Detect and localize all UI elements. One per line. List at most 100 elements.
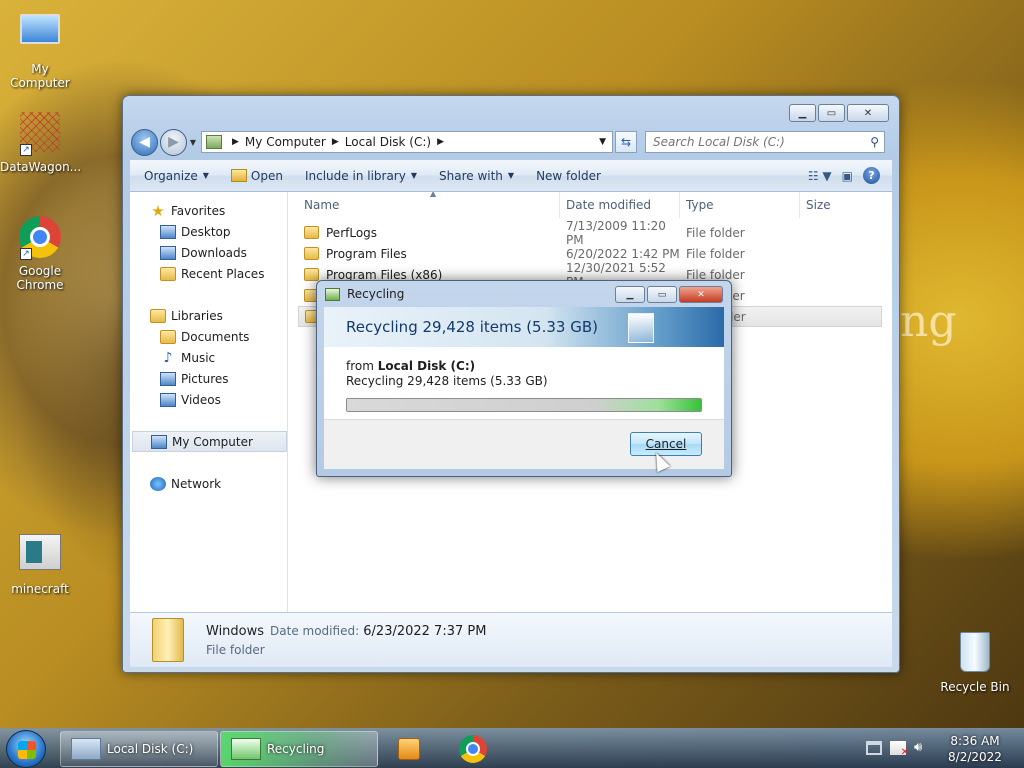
desktop-icon [160, 224, 176, 239]
row-name: PerfLogs [326, 225, 378, 240]
close-button[interactable]: ✕ [847, 104, 889, 122]
dialog-status: Recycling 29,428 items (5.33 GB) [346, 374, 548, 388]
preview-pane-icon[interactable]: ▣ [842, 169, 853, 183]
details-date-label: Date modified: [270, 623, 360, 638]
column-header-row: ▲ Name Date modified Type Size [298, 192, 882, 218]
chevron-right-icon[interactable]: ▶ [332, 137, 339, 147]
help-icon[interactable]: ? [863, 167, 880, 184]
desktop-icon-label: Google Chrome [16, 264, 64, 292]
minecraft-icon [18, 534, 62, 578]
cancel-button[interactable]: Cancel [630, 432, 702, 456]
organize-button[interactable]: Organize ▼ [144, 169, 209, 183]
chevron-right-icon[interactable]: ▶ [232, 137, 239, 147]
clock[interactable]: 8:36 AM 8/2/2022 [940, 733, 1010, 765]
table-row[interactable]: PerfLogs 7/13/2009 11:20 PM File folder [298, 219, 882, 247]
desktop-icon-my-computer[interactable]: My Computer [0, 10, 80, 90]
cancel-label: Cancel [645, 437, 687, 451]
network-icon [150, 476, 166, 491]
start-button[interactable] [6, 730, 46, 768]
from-label: from [346, 359, 374, 373]
back-button[interactable]: ◀ [131, 128, 158, 156]
desktop-icon-minecraft[interactable]: minecraft [0, 530, 80, 596]
address-dropdown-icon[interactable]: ▼ [593, 137, 612, 147]
column-type[interactable]: Type [680, 192, 800, 218]
close-button[interactable]: ✕ [679, 286, 723, 303]
task-local-disk[interactable]: Local Disk (C:) [60, 731, 218, 767]
search-box[interactable]: ⚲ [645, 131, 885, 153]
search-icon[interactable]: ⚲ [870, 135, 879, 149]
recycling-dialog[interactable]: Recycling ▁ ▭ ✕ Recycling 29,428 items (… [316, 280, 732, 477]
pictures-icon [160, 371, 176, 386]
window-controls: ▁ ▭ ✕ [789, 104, 889, 122]
folder-icon [304, 226, 319, 239]
folder-icon [152, 618, 184, 662]
command-bar: Organize ▼ Open Include in library ▼ Share… [130, 160, 892, 192]
column-date-modified[interactable]: Date modified [560, 192, 680, 218]
open-button[interactable]: Open [230, 168, 283, 183]
column-label: Date modified [566, 198, 652, 212]
view-options-icon[interactable]: ☷ ▼ [808, 169, 832, 183]
nav-recent-places[interactable]: Recent Places [130, 263, 287, 284]
nav-desktop[interactable]: Desktop [130, 221, 287, 242]
dialog-source: from Local Disk (C:) [324, 347, 724, 373]
nav-pictures[interactable]: Pictures [130, 368, 287, 389]
progress-bar [346, 398, 702, 412]
nav-label: Pictures [181, 371, 229, 386]
recycle-icon [231, 738, 261, 760]
nav-libraries[interactable]: Libraries [130, 305, 287, 326]
new-folder-label: New folder [536, 168, 601, 183]
desktop-icon-chrome[interactable]: ↗ Google Chrome [0, 216, 80, 292]
maximize-button[interactable]: ▭ [647, 286, 677, 303]
include-in-library-button[interactable]: Include in library ▼ [305, 169, 417, 183]
computer-icon [206, 135, 222, 149]
nav-favorites[interactable]: ★ Favorites [130, 200, 287, 221]
forward-button[interactable]: ▶ [160, 128, 187, 156]
action-center-icon[interactable] [890, 741, 909, 758]
share-with-button[interactable]: Share with ▼ [439, 169, 514, 183]
volume-icon[interactable]: 🔊︎ [914, 741, 930, 755]
column-size[interactable]: Size [800, 192, 870, 218]
chrome-pin[interactable] [448, 732, 498, 766]
folder-icon [304, 247, 319, 260]
clock-time: 8:36 AM [950, 734, 1000, 748]
navigation-pane: ★ Favorites Desktop Downloads Recent Plac… [130, 192, 288, 612]
nav-network[interactable]: Network [130, 473, 287, 494]
nav-documents[interactable]: Documents [130, 326, 287, 347]
videos-icon [160, 392, 176, 407]
media-player-pin[interactable] [384, 732, 434, 766]
recent-pages-dropdown[interactable]: ▼ [187, 138, 199, 147]
breadcrumb-my-computer[interactable]: My Computer [245, 135, 326, 149]
chevron-right-icon[interactable]: ▶ [437, 137, 444, 147]
chrome-icon [459, 735, 487, 763]
nav-label: Downloads [181, 245, 247, 260]
column-label: Name [304, 198, 340, 212]
nav-label: Documents [181, 329, 250, 344]
minimize-button[interactable]: ▁ [615, 286, 645, 303]
datawagon-icon: ↗ [18, 112, 62, 156]
task-label: Local Disk (C:) [107, 742, 194, 756]
breadcrumb-local-disk[interactable]: Local Disk (C:) [345, 135, 431, 149]
minimize-button[interactable]: ▁ [789, 104, 816, 122]
recycle-bin-icon [953, 632, 997, 676]
nav-downloads[interactable]: Downloads [130, 242, 287, 263]
maximize-button[interactable]: ▭ [818, 104, 845, 122]
dialog-banner: Recycling 29,428 items (5.33 GB) [324, 307, 724, 347]
wallpaper-text: ng [900, 296, 957, 347]
open-label: Open [250, 168, 283, 183]
nav-music[interactable]: ♪ Music [130, 347, 287, 368]
new-folder-button[interactable]: New folder [536, 169, 601, 183]
nav-my-computer[interactable]: My Computer [132, 431, 287, 452]
desktop-icon-label: minecraft [11, 582, 69, 596]
row-type: File folder [686, 246, 745, 261]
column-name[interactable]: ▲ Name [298, 192, 560, 218]
task-recycling[interactable]: Recycling [220, 731, 378, 767]
my-computer-icon [18, 14, 62, 58]
desktop-icon-datawagon[interactable]: ↗ DataWagon... [0, 112, 81, 174]
refresh-button[interactable]: ⇆ [615, 131, 637, 153]
nav-videos[interactable]: Videos [130, 389, 287, 410]
address-bar[interactable]: ▶ My Computer ▶ Local Disk (C:) ▶ ▼ [201, 131, 613, 153]
system-tray: 🔊︎ [866, 741, 930, 758]
network-icon[interactable] [866, 741, 882, 755]
search-input[interactable] [653, 135, 863, 149]
desktop-icon-recycle-bin[interactable]: Recycle Bin [935, 632, 1015, 694]
